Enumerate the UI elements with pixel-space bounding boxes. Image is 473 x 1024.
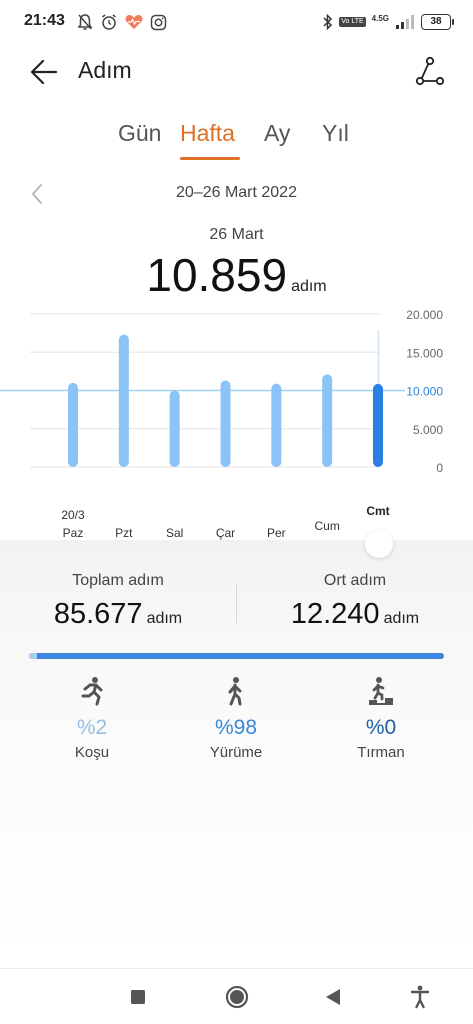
average-steps-unit: adım <box>383 610 420 627</box>
average-steps-label: Ort adım <box>323 572 387 589</box>
battery-indicator: 38 <box>421 14 454 30</box>
accessibility-icon[interactable] <box>406 983 434 1011</box>
tab-ay[interactable]: Ay <box>264 120 290 147</box>
average-steps-value: 12.240 <box>290 598 380 630</box>
share-nodes-icon[interactable] <box>415 56 445 86</box>
walking-label: Yürüme <box>209 744 263 761</box>
selected-steps-value: 10.859 <box>146 249 288 301</box>
health-heart-icon <box>125 15 143 29</box>
alarm-icon <box>102 14 116 30</box>
climbing-label: Tırman <box>357 744 405 761</box>
walking-icon <box>228 677 242 706</box>
status-time: 21:43 <box>24 12 65 29</box>
run-fill <box>29 653 38 659</box>
app-header: Adım <box>0 44 473 100</box>
period-range: 20–26 Mart 2022 <box>176 184 297 201</box>
back-triangle-icon[interactable] <box>319 983 347 1011</box>
climbing-percent: %0 <box>365 716 397 739</box>
tab-yil[interactable]: Yıl <box>322 120 349 147</box>
page-title: Adım <box>78 57 132 83</box>
x-tick-label: Çar <box>216 526 235 540</box>
chart-selection-handle[interactable] <box>365 530 393 558</box>
y-tick-label: 0 <box>436 461 443 475</box>
running-label: Koşu <box>74 744 110 761</box>
chart-bar <box>271 383 282 467</box>
status-bar: 21:43 Vo LTE 4.5G 38 <box>0 0 473 44</box>
selected-date: 26 Mart <box>209 226 264 243</box>
tab-gun[interactable]: Gün <box>118 120 161 147</box>
x-tick-label: Cum <box>314 519 339 533</box>
chart-bar <box>322 374 333 467</box>
running-percent: %2 <box>76 716 108 739</box>
recent-apps-icon[interactable] <box>124 983 152 1011</box>
running-icon <box>81 677 103 706</box>
activity-walking: %98 Yürüme <box>176 676 296 761</box>
chart-bar <box>220 380 231 467</box>
notification-icons <box>76 12 167 32</box>
x-tick-label: Paz <box>63 526 84 540</box>
x-tick-label: Per <box>267 526 286 540</box>
y-tick-label: 10.000 <box>406 385 443 399</box>
selected-steps: 10.859 adım <box>0 248 473 302</box>
chart-bar <box>68 382 78 467</box>
average-steps-block: Ort adım 12.240 adım <box>237 572 473 631</box>
bluetooth-icon <box>323 13 333 31</box>
walk-fill <box>29 653 444 659</box>
tab-hafta[interactable]: Hafta <box>180 120 235 147</box>
x-tick-label: Cmt <box>366 504 389 518</box>
x-tick-label-date: 20/3 <box>61 508 85 522</box>
bell-off-icon <box>77 14 93 30</box>
total-steps-unit: adım <box>146 610 183 627</box>
climbing-icon <box>369 677 393 705</box>
total-steps-label: Toplam adım <box>72 572 164 589</box>
y-tick-label: 15.000 <box>406 346 443 360</box>
y-tick-label: 20.000 <box>406 308 443 322</box>
system-status-icons: Vo LTE 4.5G 38 <box>322 12 454 32</box>
chart-bar <box>373 383 383 467</box>
period-tabs: Gün Hafta Ay Yıl <box>0 120 473 160</box>
x-tick-label: Pzt <box>115 526 133 540</box>
y-tick-label: 5.000 <box>413 423 443 437</box>
total-steps-value: 85.677 <box>53 598 143 630</box>
signal-icon <box>396 15 414 29</box>
steps-bar-chart[interactable]: 20.000 15.000 10.000 5.000 0 20/3 Paz Pzt Sal Çar… <box>0 300 473 545</box>
system-navigation-bar <box>0 968 473 1024</box>
home-icon[interactable] <box>223 983 251 1011</box>
activity-running: %2 Koşu <box>32 676 152 761</box>
chart-bar <box>169 390 180 467</box>
network-type: 4.5G <box>371 13 389 23</box>
total-steps-block: Toplam adım 85.677 adım <box>0 572 236 631</box>
weekly-steps-chart: 20.000 15.000 10.000 5.000 0 20/3 Paz Pzt Sal Çar… <box>0 300 473 545</box>
instagram-icon <box>150 14 167 30</box>
activity-climbing: %0 Tırman <box>321 676 441 761</box>
back-arrow-icon[interactable] <box>28 56 60 88</box>
chart-bar <box>118 334 129 467</box>
selected-steps-unit: adım <box>291 278 327 295</box>
summary-panel: Toplam adım 85.677 adım Ort adım 12.240 ad… <box>0 540 473 1024</box>
walking-percent: %98 <box>214 716 258 739</box>
active-tab-indicator <box>180 157 240 160</box>
activity-split-bar <box>29 653 444 659</box>
volte-icon: Vo LTE <box>339 17 366 27</box>
x-tick-label: Sal <box>166 526 183 540</box>
